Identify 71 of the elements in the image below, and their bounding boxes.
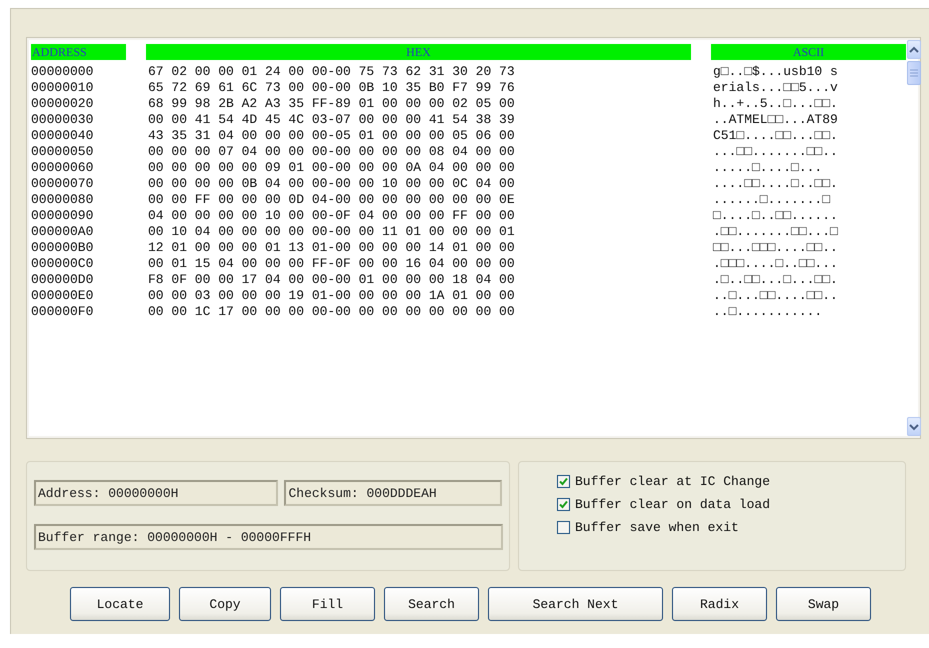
ascii-cell-text: h..+..5..□...□□.: [712, 96, 839, 112]
checksum-field: Checksum: 000DDDEAH: [284, 480, 502, 506]
hex-bytes-cell-text: 04 00 00 00 00 10 00 00-0F 04 00 00 00 FF 00 00: [147, 208, 516, 224]
hex-bytes-cell-text: 00 00 1C 17 00 00 00 00-00 00 00 00 00 00 00 00: [147, 304, 516, 320]
hex-bytes-cell-text: 68 99 98 2B A2 A3 35 FF-89 01 00 00 00 02 05 00: [147, 96, 516, 112]
hex-bytes-cell-text: 00 10 04 00 00 00 00 00-00 00 11 01 00 00 00 01: [147, 224, 516, 240]
ascii-cell-text: ....□□....□..□□.: [712, 176, 839, 192]
action-button[interactable]: Fill: [280, 587, 375, 621]
hex-bytes-cell-text: 00 00 41 54 4D 45 4C 03-07 00 00 00 41 54 38 39: [147, 112, 516, 128]
ascii-cell-text: erials...□□5...v: [712, 80, 839, 96]
address-cell-text: 00000000: [31, 64, 94, 80]
address-cell-text: 000000F0: [31, 304, 94, 320]
ascii-cell-text: ..□...........: [712, 304, 824, 320]
checkbox-label[interactable]: Buffer clear on data load: [575, 497, 770, 512]
ascii-cell-text: C51□....□□...□□.: [712, 128, 839, 144]
action-button[interactable]: Search: [384, 587, 479, 621]
scroll-down-icon[interactable]: [907, 417, 921, 436]
address-field: Address: 00000000H: [34, 480, 278, 506]
action-button[interactable]: Copy: [179, 587, 271, 621]
action-button[interactable]: Search Next: [488, 587, 663, 621]
action-button[interactable]: Locate: [70, 587, 170, 621]
address-cell-text: 00000080: [31, 192, 94, 208]
address-cell-text: 000000E0: [31, 288, 94, 304]
scroll-up-icon[interactable]: [907, 40, 921, 59]
hex-bytes-cell-text: 00 00 03 00 00 00 19 01-00 00 00 00 1A 01 00 00: [147, 288, 516, 304]
address-cell-text: 00000030: [31, 112, 94, 128]
checkbox[interactable]: [557, 498, 570, 511]
address-cell-text: 00000060: [31, 160, 94, 176]
address-cell-text: 00000090: [31, 208, 94, 224]
hex-bytes-cell-text: 00 00 00 00 00 09 01 00-00 00 00 0A 04 00 00 00: [147, 160, 516, 176]
address-cell-text: 00000010: [31, 80, 94, 96]
address-cell-text: 000000D0: [31, 272, 94, 288]
ascii-cell-text: .□..□□...□...□□.: [712, 272, 839, 288]
ascii-cell-text: ..ATMEL□□...AT89: [712, 112, 839, 128]
ascii-column-header: ASCII: [711, 44, 906, 60]
hex-bytes-cell-text: F8 0F 00 00 17 04 00 00-00 01 00 00 00 18 04 00: [147, 272, 516, 288]
address-cell-text: 00000070: [31, 176, 94, 192]
address-cell-text: 00000040: [31, 128, 94, 144]
address-column-header: ADDRESS: [31, 44, 126, 60]
address-cell-text: 00000050: [31, 144, 94, 160]
checkbox[interactable]: [557, 521, 570, 534]
buffer-range-field: Buffer range: 00000000H - 00000FFFH: [34, 524, 503, 550]
ascii-cell-text: .□□.......□□...□: [712, 224, 839, 240]
hex-bytes-cell-text: 12 01 00 00 00 01 13 01-00 00 00 00 14 01 00 00: [147, 240, 516, 256]
hex-bytes-cell-text: 00 00 00 00 0B 04 00 00-00 00 10 00 00 0C 04 00: [147, 176, 516, 192]
action-button[interactable]: Swap: [776, 587, 871, 621]
hex-bytes-cell-text: 65 72 69 61 6C 73 00 00-00 0B 10 35 B0 F7 99 76: [147, 80, 516, 96]
ascii-cell-text: ..□...□□....□□..: [712, 288, 839, 304]
address-cell-text: 000000A0: [31, 224, 94, 240]
ascii-cell-text: ...□□.......□□..: [712, 144, 839, 160]
hex-bytes-cell-text: 43 35 31 04 00 00 00 00-05 01 00 00 00 05 06 00: [147, 128, 516, 144]
checkbox[interactable]: [557, 475, 570, 488]
ascii-cell-text: g□..□$...usb10 s: [712, 64, 839, 80]
scroll-thumb[interactable]: [907, 61, 921, 85]
hex-bytes-cell-text: 00 01 15 04 00 00 00 FF-0F 00 00 16 04 00 00 00: [147, 256, 516, 272]
hex-bytes-cell-text: 00 00 FF 00 00 00 0D 04-00 00 00 00 00 00 00 0E: [147, 192, 516, 208]
checkbox-label[interactable]: Buffer save when exit: [575, 520, 739, 535]
address-cell-text: 00000020: [31, 96, 94, 112]
address-cell-text: 000000C0: [31, 256, 94, 272]
ascii-cell-text: .□□□....□..□□...: [712, 256, 839, 272]
scrollbar[interactable]: [906, 38, 922, 438]
ascii-cell-text: .....□....□...: [712, 160, 824, 176]
ascii-cell-text: □□...□□□....□□..: [712, 240, 839, 256]
hex-column-header: HEX: [146, 44, 691, 60]
hex-bytes-cell-text: 00 00 00 07 04 00 00 00-00 00 00 00 08 04 00 00: [147, 144, 516, 160]
checkbox-label[interactable]: Buffer clear at IC Change: [575, 474, 770, 489]
ascii-cell-text: ......□.......□: [712, 192, 832, 208]
action-button[interactable]: Radix: [672, 587, 767, 621]
ascii-cell-text: □....□..□□......: [712, 208, 839, 224]
address-cell-text: 000000B0: [31, 240, 94, 256]
hex-bytes-cell-text: 67 02 00 00 01 24 00 00-00 75 73 62 31 30 20 73: [147, 64, 516, 80]
